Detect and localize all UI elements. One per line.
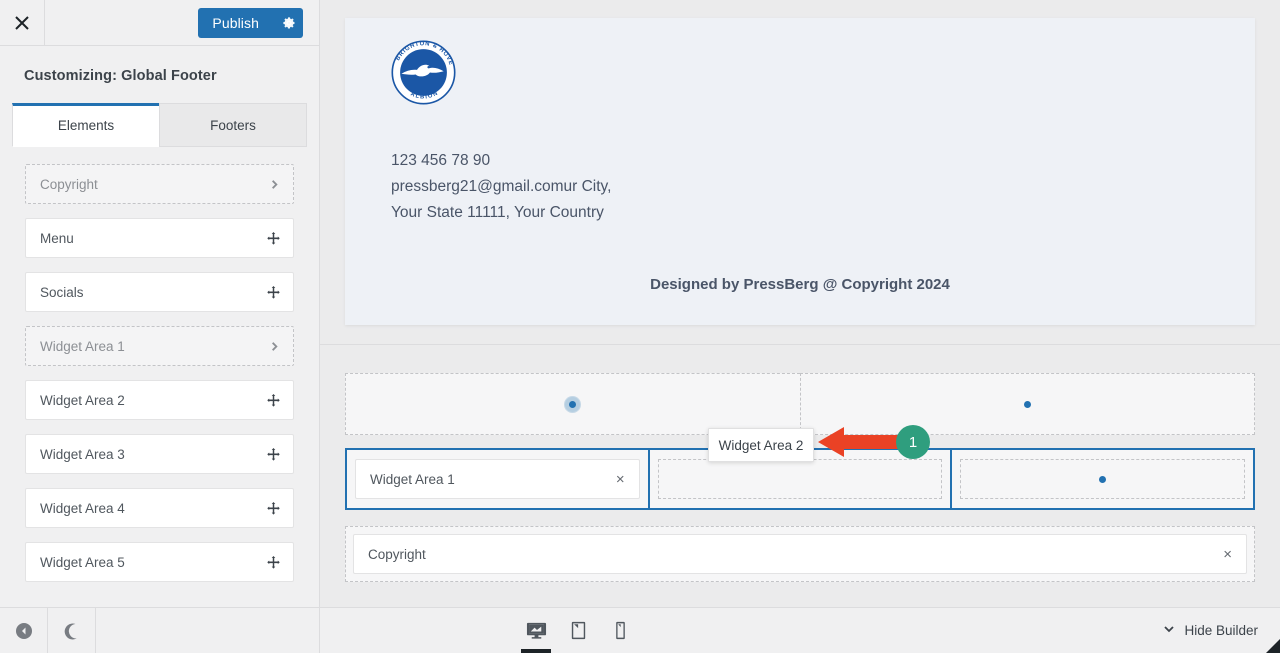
hide-builder-button[interactable]: Hide Builder <box>1163 623 1258 638</box>
close-glyph <box>15 15 29 30</box>
chevron-right-icon <box>269 341 280 352</box>
preview-side: BRIGHTON & HOVE ALBION 123 456 78 90 pre… <box>320 0 1280 653</box>
close-icon[interactable] <box>0 0 45 45</box>
customizer-screen: Publish Customizing: Global Footer Eleme… <box>0 0 1280 653</box>
builder-empty-slot-3[interactable] <box>960 459 1246 499</box>
element-item-widget-area-3[interactable]: Widget Area 3 <box>25 434 294 474</box>
drag-ghost-widget-area-2[interactable]: Widget Area 2 <box>708 428 814 462</box>
site-footer: BRIGHTON & HOVE ALBION 123 456 78 90 pre… <box>345 18 1255 325</box>
remove-icon[interactable]: × <box>1223 547 1232 562</box>
element-item-widget-area-4[interactable]: Widget Area 4 <box>25 488 294 528</box>
annotation-step-1: 1 <box>818 425 930 459</box>
resize-corner-handle[interactable] <box>1266 639 1280 653</box>
customizer-tabs: Elements Footers <box>0 102 319 147</box>
remove-icon[interactable]: × <box>616 472 625 487</box>
element-label: Menu <box>40 230 74 246</box>
customizer-header: Publish <box>0 0 319 46</box>
tablet-icon[interactable] <box>557 608 599 653</box>
element-label: Widget Area 3 <box>40 446 125 462</box>
dark-mode-icon[interactable] <box>48 608 96 653</box>
element-label: Widget Area 2 <box>40 392 125 408</box>
customizer-footer <box>0 607 319 653</box>
publish-group: Publish <box>198 7 303 38</box>
add-item-dot-icon[interactable] <box>569 400 577 408</box>
hide-builder-label: Hide Builder <box>1184 623 1258 638</box>
add-item-dot-icon[interactable] <box>1023 400 1031 408</box>
footer-contact: 123 456 78 90 pressberg21@gmail.comur Ci… <box>391 148 1209 226</box>
element-label: Copyright <box>40 176 98 192</box>
left-arrow-icon <box>818 427 902 457</box>
element-label: Widget Area 4 <box>40 500 125 516</box>
element-item-socials[interactable]: Socials <box>25 272 294 312</box>
element-item-copyright[interactable]: Copyright <box>25 164 294 204</box>
drag-handle-icon[interactable] <box>267 231 280 245</box>
bottom-toolbar: Hide Builder <box>320 607 1280 653</box>
drag-handle-icon[interactable] <box>267 447 280 461</box>
element-item-menu[interactable]: Menu <box>25 218 294 258</box>
annotation-badge: 1 <box>896 425 930 459</box>
builder-row-bottom[interactable]: Copyright × <box>345 526 1255 582</box>
element-label: Widget Area 5 <box>40 554 125 570</box>
drag-handle-icon[interactable] <box>267 393 280 407</box>
builder-item-copyright[interactable]: Copyright × <box>353 534 1247 574</box>
footer-preview: BRIGHTON & HOVE ALBION 123 456 78 90 pre… <box>320 0 1280 345</box>
builder-item-label: Widget Area 1 <box>370 471 455 487</box>
builder-item-widget-area-1[interactable]: Widget Area 1 × <box>355 459 640 499</box>
builder-dropzone-top-left[interactable] <box>345 373 800 435</box>
desktop-icon[interactable] <box>515 608 557 653</box>
element-label: Widget Area 1 <box>40 338 125 354</box>
element-item-widget-area-2[interactable]: Widget Area 2 <box>25 380 294 420</box>
footer-copyright-text: Designed by PressBerg @ Copyright 2024 <box>650 276 950 293</box>
builder-col-1[interactable]: Widget Area 1 × <box>347 450 650 508</box>
mobile-icon[interactable] <box>599 608 641 653</box>
elements-list: Copyright Menu Socials Widget Area 1 Wid… <box>0 146 319 607</box>
chevron-down-icon <box>1163 623 1175 638</box>
page-title: Customizing: Global Footer <box>24 68 217 84</box>
contact-line-phone: 123 456 78 90 <box>391 152 491 169</box>
gear-icon[interactable] <box>273 7 303 38</box>
builder-empty-slot-2[interactable] <box>657 459 943 499</box>
builder-item-label: Copyright <box>368 546 426 562</box>
drag-handle-icon[interactable] <box>267 285 280 299</box>
device-preview-group <box>515 608 641 653</box>
drag-handle-icon[interactable] <box>267 501 280 515</box>
element-item-widget-area-1[interactable]: Widget Area 1 <box>25 326 294 366</box>
builder-col-3[interactable] <box>952 450 1253 508</box>
contact-line-address: Your State 11111, Your Country <box>391 204 604 221</box>
element-label: Socials <box>40 284 84 300</box>
gear-glyph <box>282 16 295 29</box>
brighton-albion-logo-icon: BRIGHTON & HOVE ALBION <box>391 40 456 105</box>
builder-row-top <box>345 373 1255 435</box>
element-item-widget-area-5[interactable]: Widget Area 5 <box>25 542 294 582</box>
publish-button[interactable]: Publish <box>198 7 273 38</box>
back-arrow-icon[interactable] <box>0 608 48 653</box>
drag-handle-icon[interactable] <box>267 555 280 569</box>
customizer-panel: Publish Customizing: Global Footer Eleme… <box>0 0 320 653</box>
tab-footers[interactable]: Footers <box>159 103 307 147</box>
contact-line-email: pressberg21@gmail.comur City, <box>391 178 612 195</box>
add-item-dot-icon[interactable] <box>1099 475 1107 483</box>
tab-elements[interactable]: Elements <box>12 103 159 147</box>
chevron-right-icon <box>269 179 280 190</box>
